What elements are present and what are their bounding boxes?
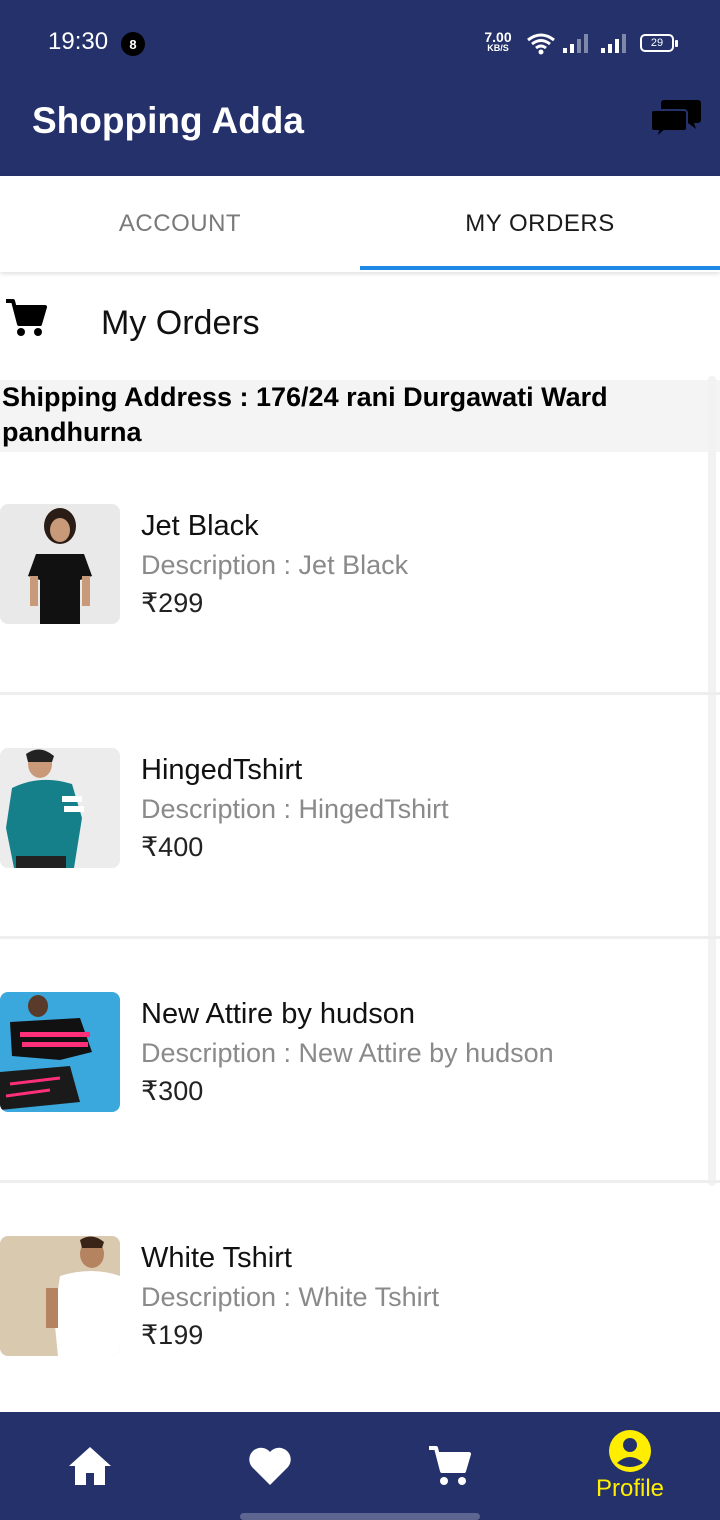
nav-favorites[interactable] bbox=[180, 1412, 360, 1520]
network-speed: 7.00 KB/S bbox=[480, 30, 516, 53]
product-name: White Tshirt bbox=[141, 1242, 292, 1274]
divider bbox=[0, 936, 720, 939]
battery-icon: 29 bbox=[640, 34, 678, 52]
tab-indicator bbox=[360, 266, 720, 270]
cart-icon bbox=[6, 299, 47, 336]
product-price: ₹299 bbox=[141, 588, 204, 618]
divider bbox=[0, 1180, 720, 1183]
home-indicator[interactable] bbox=[240, 1513, 480, 1520]
section-title: My Orders bbox=[101, 304, 260, 342]
product-image bbox=[0, 748, 120, 868]
product-name: New Attire by hudson bbox=[141, 998, 416, 1030]
product-image bbox=[0, 992, 120, 1112]
order-item[interactable]: Jet Black Description : Jet Black ₹299 bbox=[0, 452, 720, 696]
profile-icon bbox=[609, 1430, 651, 1472]
cart-icon bbox=[429, 1446, 471, 1485]
product-description: Description : Jet Black bbox=[141, 550, 409, 580]
nav-cart[interactable] bbox=[360, 1412, 540, 1520]
product-price: ₹400 bbox=[141, 832, 204, 862]
nav-profile[interactable]: Profile bbox=[540, 1412, 720, 1520]
product-description: Description : White Tshirt bbox=[141, 1282, 440, 1312]
tab-bar: ACCOUNT MY ORDERS bbox=[0, 176, 720, 272]
order-item[interactable]: White Tshirt Description : White Tshirt … bbox=[0, 1184, 720, 1428]
shipping-address: Shipping Address : 176/24 rani Durgawati… bbox=[0, 380, 720, 452]
product-description: Description : HingedTshirt bbox=[141, 794, 449, 824]
order-item[interactable]: New Attire by hudson Description : New A… bbox=[0, 940, 720, 1184]
tab-account[interactable]: ACCOUNT bbox=[0, 176, 360, 272]
nav-home[interactable] bbox=[0, 1412, 180, 1520]
app-title: Shopping Adda bbox=[32, 100, 304, 141]
network-speed-unit: KB/S bbox=[487, 43, 509, 53]
signal-icon bbox=[563, 34, 588, 53]
bottom-nav: Profile bbox=[0, 1412, 720, 1520]
status-bar: 19:30 8 7.00 KB/S 29 bbox=[0, 0, 720, 88]
notification-badge: 8 bbox=[121, 32, 145, 56]
product-name: HingedTshirt bbox=[141, 754, 303, 786]
tab-my-orders[interactable]: MY ORDERS bbox=[360, 176, 720, 272]
heart-icon bbox=[249, 1447, 291, 1485]
status-time: 19:30 bbox=[48, 28, 109, 55]
nav-profile-label: Profile bbox=[595, 1475, 665, 1502]
product-image bbox=[0, 1236, 120, 1356]
product-price: ₹199 bbox=[141, 1320, 204, 1350]
product-image bbox=[0, 504, 120, 624]
signal-icon-2 bbox=[601, 34, 626, 53]
chat-bubbles-icon[interactable] bbox=[650, 98, 702, 142]
network-speed-value: 7.00 bbox=[484, 29, 512, 45]
wifi-icon bbox=[527, 33, 555, 55]
home-icon bbox=[69, 1447, 111, 1485]
product-name: Jet Black bbox=[141, 510, 259, 542]
order-item[interactable]: HingedTshirt Description : HingedTshirt … bbox=[0, 696, 720, 940]
product-description: Description : New Attire by hudson bbox=[141, 1038, 554, 1068]
product-price: ₹300 bbox=[141, 1076, 204, 1106]
divider bbox=[0, 692, 720, 695]
